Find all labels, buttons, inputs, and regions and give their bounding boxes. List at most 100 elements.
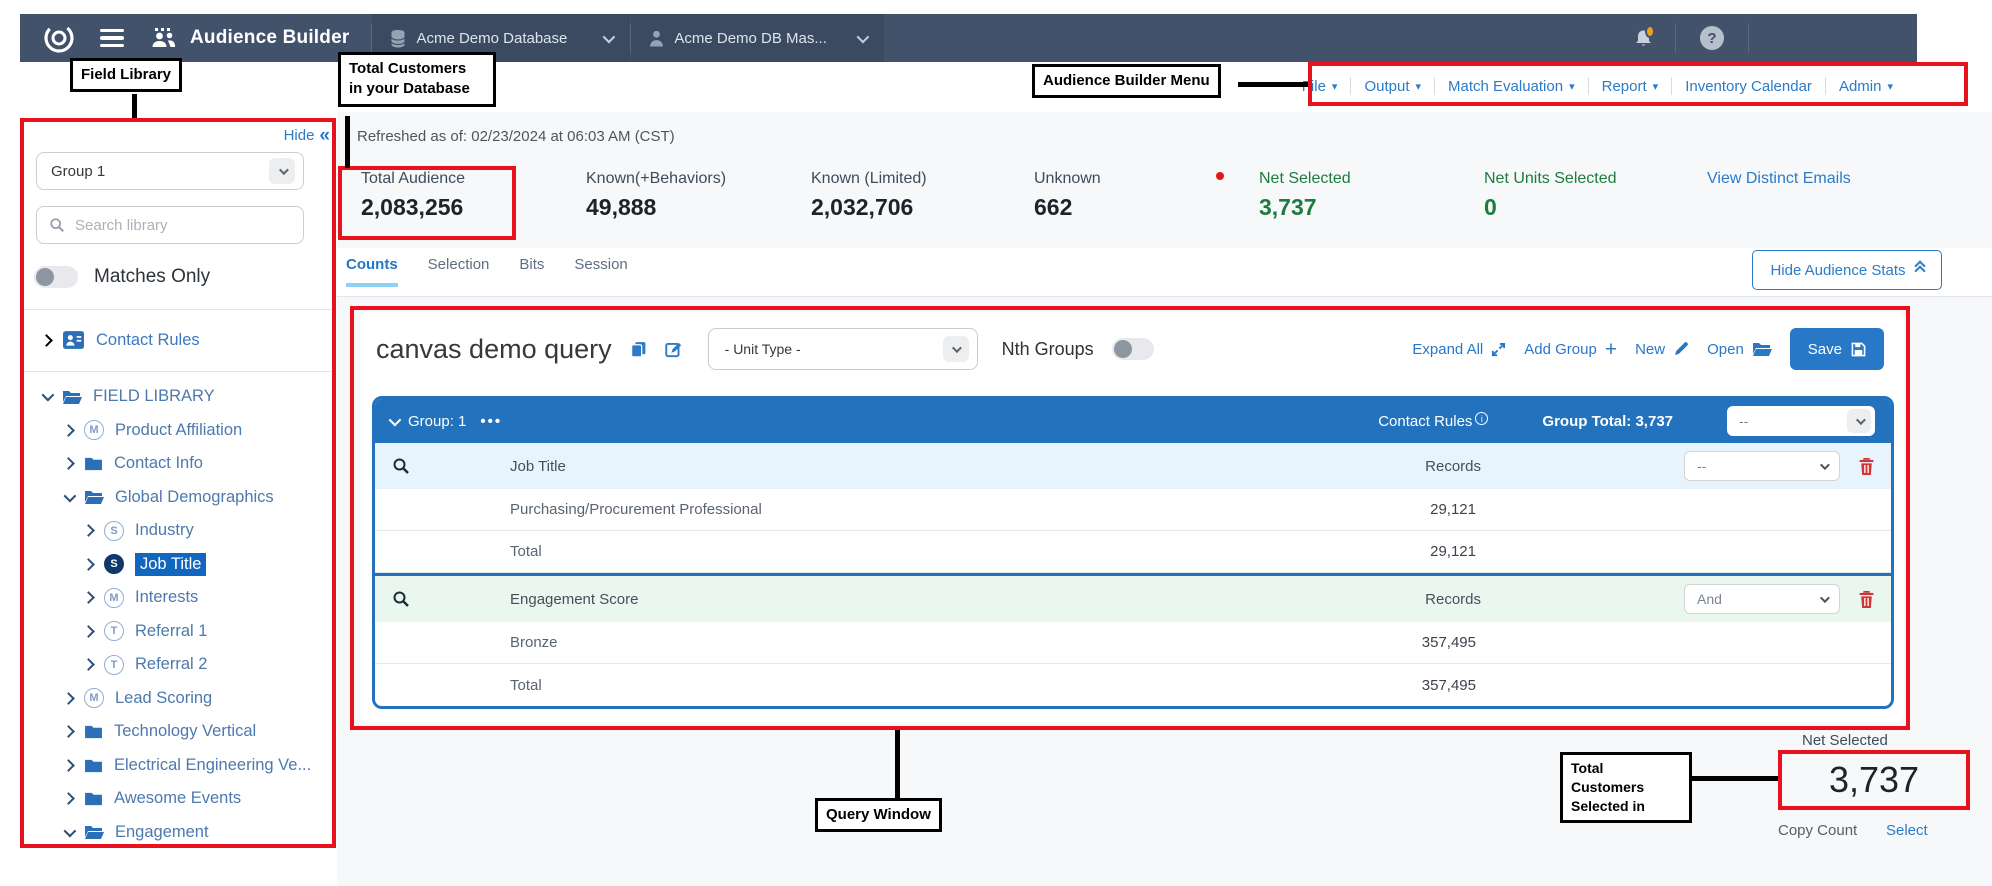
nth-groups-label: Nth Groups [1002, 339, 1094, 360]
rule-field-name: Engagement Score [510, 591, 638, 608]
more-options-icon[interactable]: ••• [480, 413, 502, 430]
menu-icon[interactable] [100, 29, 124, 47]
chevron-right-icon[interactable] [82, 591, 95, 604]
open-query-button[interactable]: Open [1707, 341, 1772, 358]
menu-admin[interactable]: Admin▾ [1826, 78, 1906, 95]
menu-match-evaluation[interactable]: Match Evaluation▾ [1435, 78, 1588, 95]
hide-panel-button[interactable]: Hide« [284, 126, 330, 145]
search-input[interactable] [75, 217, 275, 234]
chevron-down-icon[interactable] [42, 389, 55, 402]
tab-selection[interactable]: Selection [428, 256, 490, 287]
multi-select-icon: M [104, 588, 124, 608]
chevron-down-icon[interactable] [389, 413, 402, 426]
sidebar-item-global-demographics[interactable]: Global Demographics [20, 481, 336, 515]
bell-icon[interactable] [1634, 28, 1653, 49]
menu-output[interactable]: Output▾ [1351, 78, 1434, 95]
logo-icon[interactable] [42, 21, 76, 55]
menu-inventory-calendar[interactable]: Inventory Calendar [1672, 78, 1825, 95]
help-icon[interactable]: ? [1700, 26, 1724, 50]
nth-groups-toggle[interactable] [1112, 338, 1154, 360]
sidebar-item-engagement[interactable]: Engagement [20, 816, 336, 850]
chevron-right-icon[interactable] [82, 658, 95, 671]
group-operator-select[interactable]: -- [1727, 406, 1875, 436]
folder-icon [84, 456, 103, 471]
new-query-button[interactable]: New [1635, 341, 1689, 358]
single-select-icon: S [104, 521, 124, 541]
sidebar-item-field-library[interactable]: FIELD LIBRARY [20, 380, 336, 414]
matches-only-toggle[interactable] [34, 266, 78, 288]
trash-icon[interactable] [1858, 457, 1875, 476]
expand-icon [1491, 342, 1506, 357]
tab-bits[interactable]: Bits [519, 256, 544, 287]
sidebar-item-contact-info[interactable]: Contact Info [20, 447, 336, 481]
multi-select-icon: M [84, 688, 104, 708]
sidebar-item-lead-scoring[interactable]: M Lead Scoring [20, 682, 336, 716]
chevron-right-icon[interactable] [40, 334, 53, 347]
sidebar-item-interests[interactable]: M Interests [20, 581, 336, 615]
rule-operator-select[interactable]: -- [1684, 451, 1840, 481]
annotation-red-dot [1216, 172, 1224, 180]
chevron-right-icon[interactable] [62, 692, 75, 705]
audience-tabs: Counts Selection Bits Session [346, 256, 628, 287]
search-icon[interactable] [392, 457, 410, 475]
double-chevron-up-icon [1916, 265, 1924, 275]
folder-icon [84, 724, 103, 739]
single-select-icon-selected: S [104, 554, 124, 574]
copy-icon[interactable] [630, 341, 647, 358]
sidebar-item-contact-rules[interactable]: Contact Rules [20, 323, 336, 357]
view-distinct-emails-link[interactable]: View Distinct Emails [1707, 170, 1851, 188]
group-header: Group: 1 ••• Contact Rulesi Group Total:… [375, 399, 1891, 443]
group-title: Group: 1 [408, 413, 466, 430]
save-button[interactable]: Save [1790, 328, 1884, 370]
sidebar-item-awesome-events[interactable]: Awesome Events [20, 782, 336, 816]
expand-all-button[interactable]: Expand All [1412, 341, 1506, 358]
search-icon[interactable] [392, 590, 410, 608]
chevron-right-icon[interactable] [62, 457, 75, 470]
user-icon [649, 30, 664, 47]
group-select[interactable]: Group 1 [36, 152, 304, 190]
trash-icon[interactable] [1858, 590, 1875, 609]
folder-open-icon [84, 489, 104, 505]
hide-audience-stats-button[interactable]: Hide Audience Stats [1752, 250, 1942, 290]
tab-session[interactable]: Session [574, 256, 627, 287]
query-window: canvas demo query - Unit Type - Nth Grou… [360, 312, 1904, 722]
add-group-button[interactable]: Add Group + [1524, 339, 1617, 360]
double-chevron-left-icon: « [319, 126, 330, 145]
chevron-right-icon[interactable] [82, 524, 95, 537]
chevron-right-icon[interactable] [82, 625, 95, 638]
sidebar-item-technology-vertical[interactable]: Technology Vertical [20, 715, 336, 749]
user-selector[interactable]: Acme Demo DB Mas... [631, 14, 884, 62]
rule-value-row[interactable]: Purchasing/Procurement Professional 29,1… [375, 489, 1891, 531]
stat-total-audience: Total Audience2,083,256 [361, 170, 465, 221]
text-field-icon: T [104, 621, 124, 641]
unit-type-select[interactable]: - Unit Type - [708, 328, 978, 370]
select-link[interactable]: Select [1886, 822, 1928, 839]
chevron-down-icon[interactable] [64, 489, 77, 502]
menu-report[interactable]: Report▾ [1589, 78, 1672, 95]
sidebar-item-electrical-engineering[interactable]: Electrical Engineering Ve... [20, 749, 336, 783]
chevron-right-icon[interactable] [62, 792, 75, 805]
sidebar-item-referral-2[interactable]: T Referral 2 [20, 648, 336, 682]
chevron-right-icon[interactable] [82, 558, 95, 571]
chevron-right-icon[interactable] [62, 424, 75, 437]
field-library-tree: FIELD LIBRARY M Product Affiliation Cont… [20, 380, 336, 849]
edit-icon[interactable] [665, 341, 682, 358]
tab-counts[interactable]: Counts [346, 256, 398, 287]
sidebar-item-referral-1[interactable]: T Referral 1 [20, 615, 336, 649]
chevron-right-icon[interactable] [62, 759, 75, 772]
rule-value-row[interactable]: Bronze 357,495 [375, 622, 1891, 664]
multi-select-icon: M [84, 420, 104, 440]
chevron-right-icon[interactable] [62, 725, 75, 738]
chevron-down-icon [603, 30, 616, 43]
group-contact-rules-link[interactable]: Contact Rulesi [1378, 413, 1488, 430]
sidebar-item-product-affiliation[interactable]: M Product Affiliation [20, 414, 336, 448]
sidebar-item-industry[interactable]: S Industry [20, 514, 336, 548]
caret-down-icon: ▾ [1653, 80, 1659, 93]
rule-operator-select[interactable]: And [1684, 584, 1840, 614]
stat-net-units-selected: Net Units Selected0 [1484, 170, 1617, 221]
library-search [36, 206, 304, 244]
annotation-field-library: Field Library [70, 58, 182, 92]
stat-known-limited: Known (Limited)2,032,706 [811, 170, 927, 221]
chevron-down-icon[interactable] [64, 824, 77, 837]
sidebar-item-job-title[interactable]: S Job Title [20, 548, 336, 582]
